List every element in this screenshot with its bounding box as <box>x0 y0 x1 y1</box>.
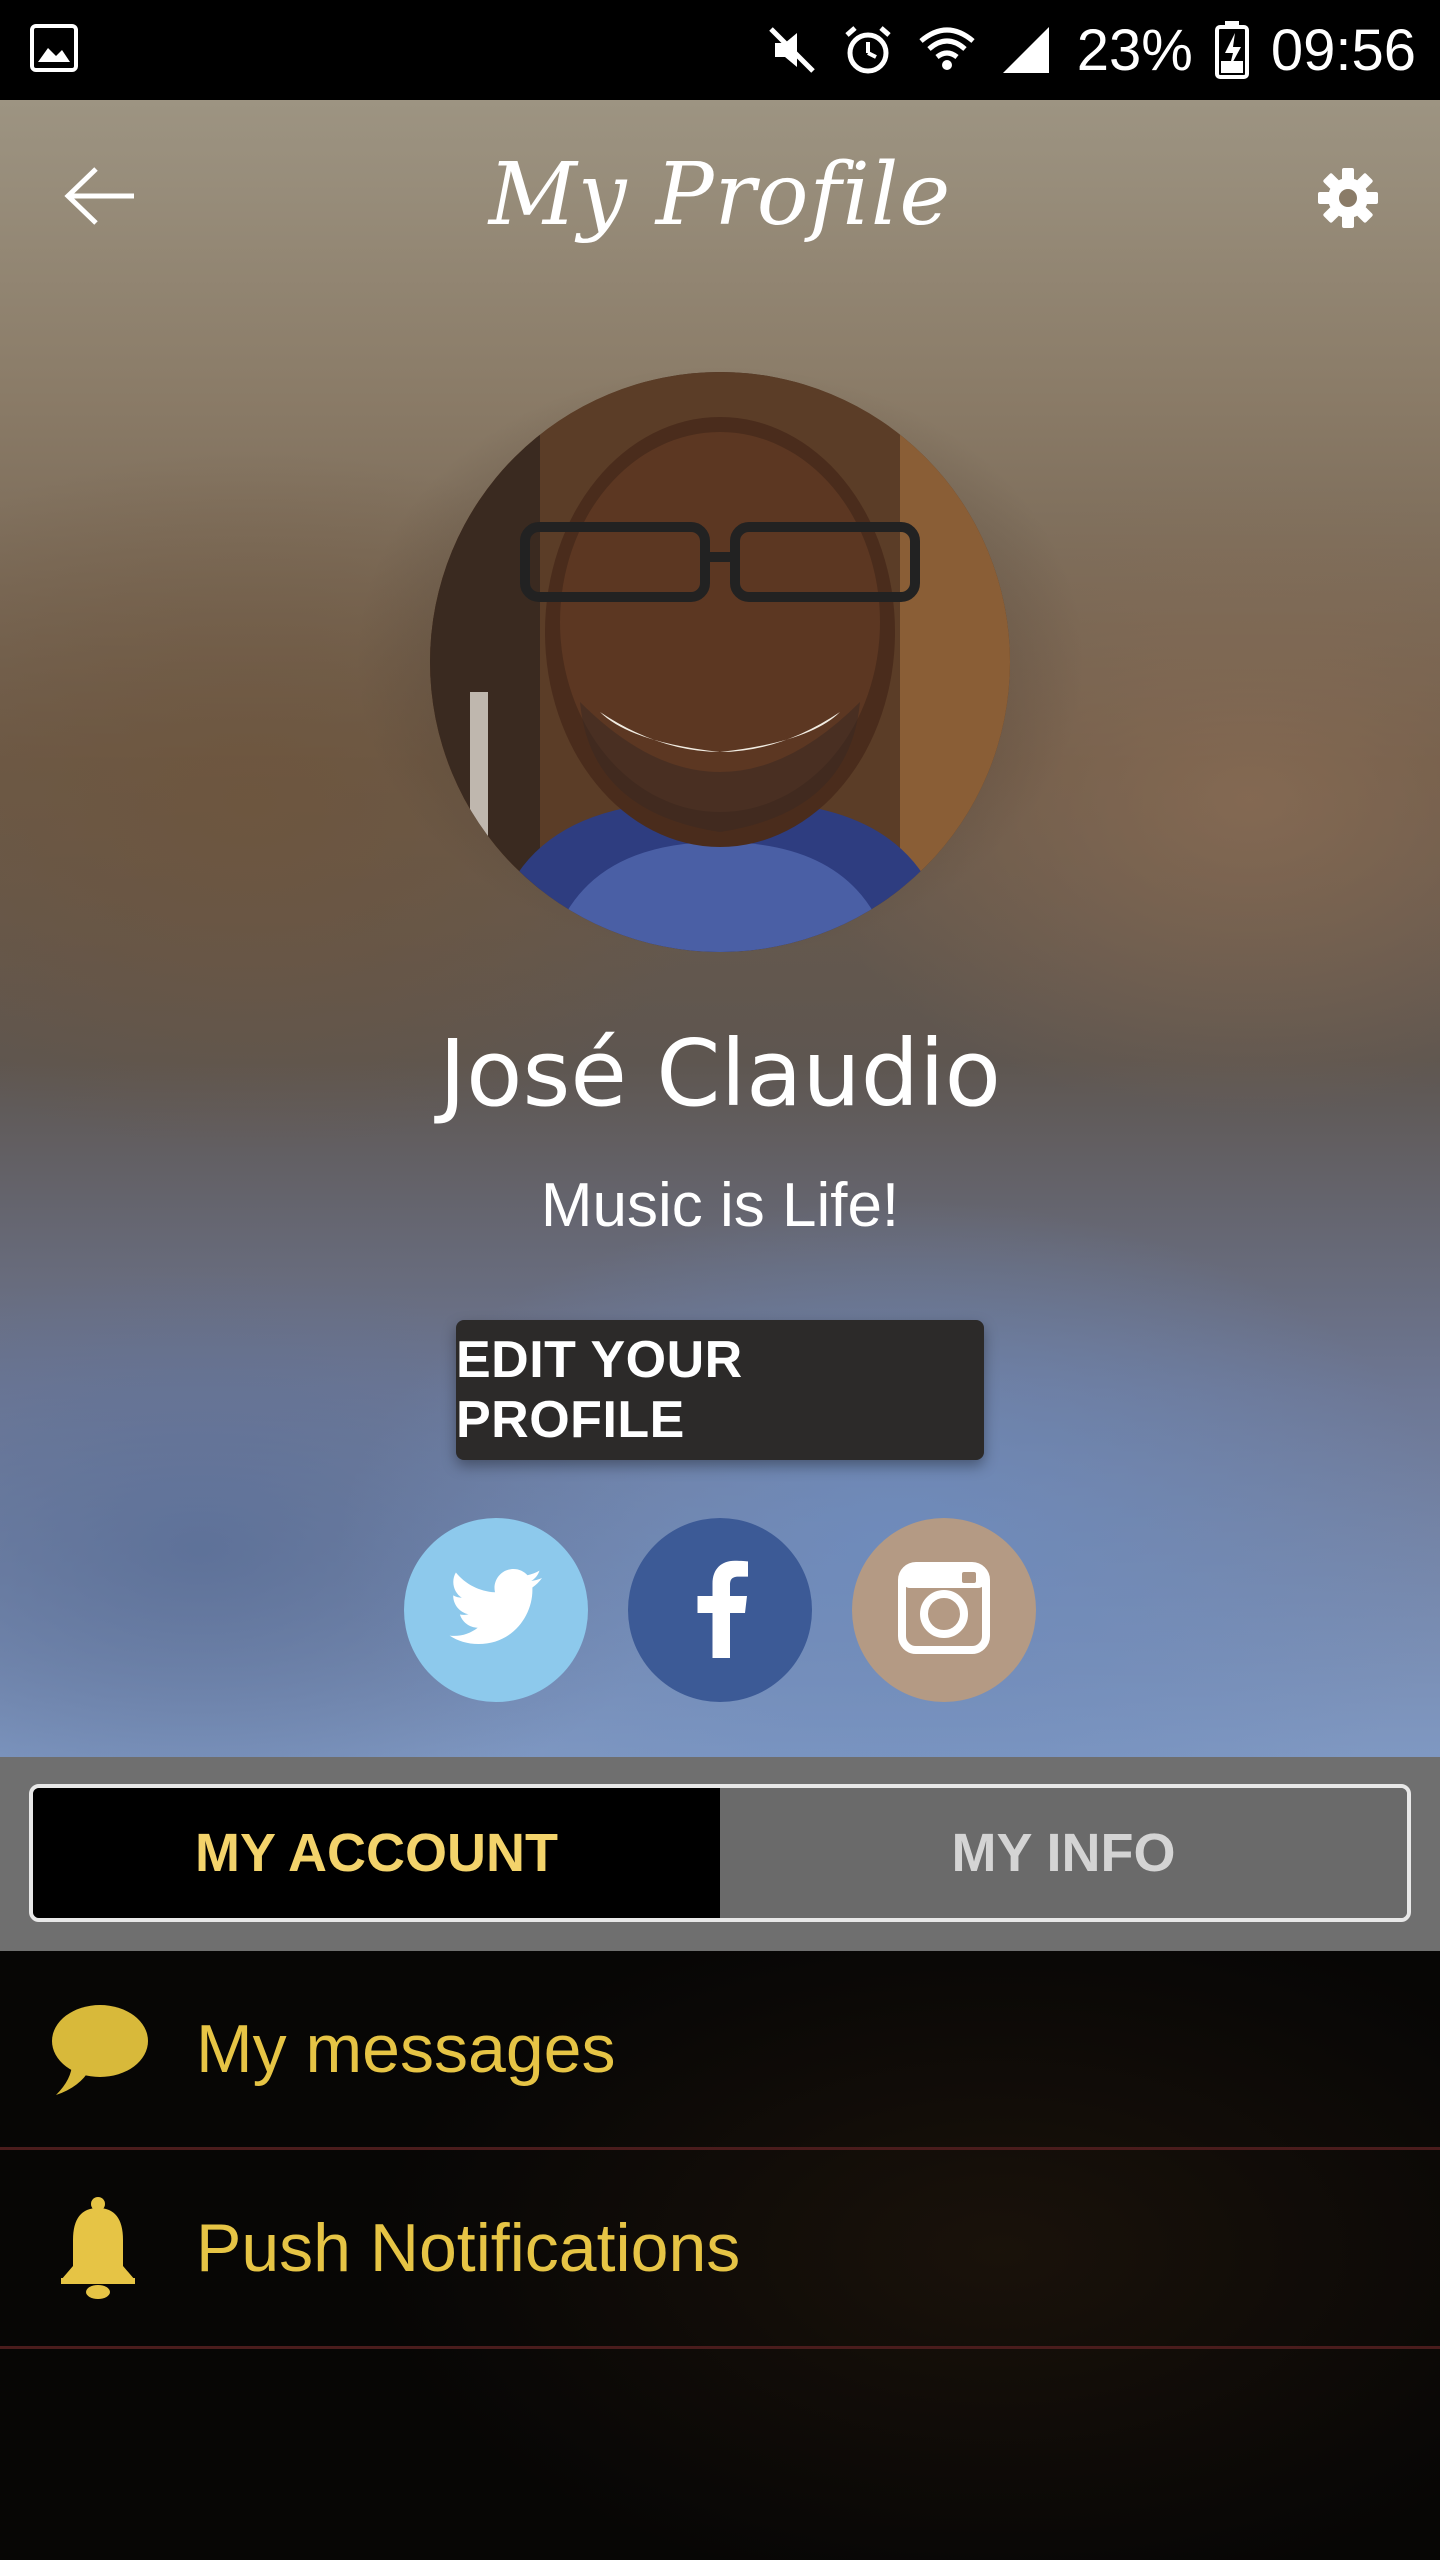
instagram-button[interactable] <box>852 1518 1036 1702</box>
wifi-icon <box>917 23 977 77</box>
clock: 09:56 <box>1270 17 1416 83</box>
menu-label-my-messages: My messages <box>196 2011 616 2087</box>
chat-bubble-icon <box>44 1995 152 2103</box>
tab-my-info[interactable]: MY INFO <box>720 1788 1407 1918</box>
profile-screen: 23% 09:56 My Profile José Claudio Music … <box>0 0 1440 2560</box>
account-menu: My messages Push Notifications <box>0 1951 1440 2560</box>
account-tabs: MY ACCOUNT MY INFO <box>29 1784 1411 1922</box>
status-left <box>28 22 80 79</box>
settings-button[interactable] <box>1310 162 1386 238</box>
menu-item-push-notifications[interactable]: Push Notifications <box>0 2150 1440 2349</box>
tab-my-account[interactable]: MY ACCOUNT <box>33 1788 720 1918</box>
menu-label-push-notifications: Push Notifications <box>196 2210 741 2286</box>
bell-icon <box>44 2194 152 2302</box>
signal-icon <box>999 23 1055 77</box>
back-button[interactable] <box>60 158 140 238</box>
avatar-image <box>430 372 1010 952</box>
social-links <box>0 1518 1440 1703</box>
user-status: Music is Life! <box>540 1171 900 1240</box>
gear-icon <box>1316 166 1380 235</box>
user-name: José Claudio <box>439 1020 1001 1127</box>
facebook-icon <box>690 1558 750 1663</box>
menu-item-my-messages[interactable]: My messages <box>0 1951 1440 2150</box>
instagram-icon <box>896 1560 992 1661</box>
mute-icon <box>765 23 819 77</box>
twitter-icon <box>448 1568 544 1653</box>
profile-header: My Profile José Claudio Music is Life! E… <box>0 100 1440 1757</box>
gallery-icon <box>28 22 80 79</box>
tabs-band: MY ACCOUNT MY INFO <box>0 1757 1440 1951</box>
twitter-button[interactable] <box>404 1518 588 1702</box>
page-title: My Profile <box>488 145 952 245</box>
battery-percent: 23% <box>1076 17 1193 83</box>
app-bar: My Profile <box>0 100 1440 290</box>
arrow-left-icon <box>62 165 138 232</box>
status-bar: 23% 09:56 <box>0 0 1440 100</box>
facebook-button[interactable] <box>628 1518 812 1702</box>
alarm-icon <box>841 23 895 77</box>
battery-charging-icon <box>1214 21 1249 79</box>
edit-profile-button[interactable]: EDIT YOUR PROFILE <box>456 1320 984 1460</box>
status-right: 23% 09:56 <box>765 17 1416 84</box>
profile-photo[interactable] <box>430 372 1010 952</box>
